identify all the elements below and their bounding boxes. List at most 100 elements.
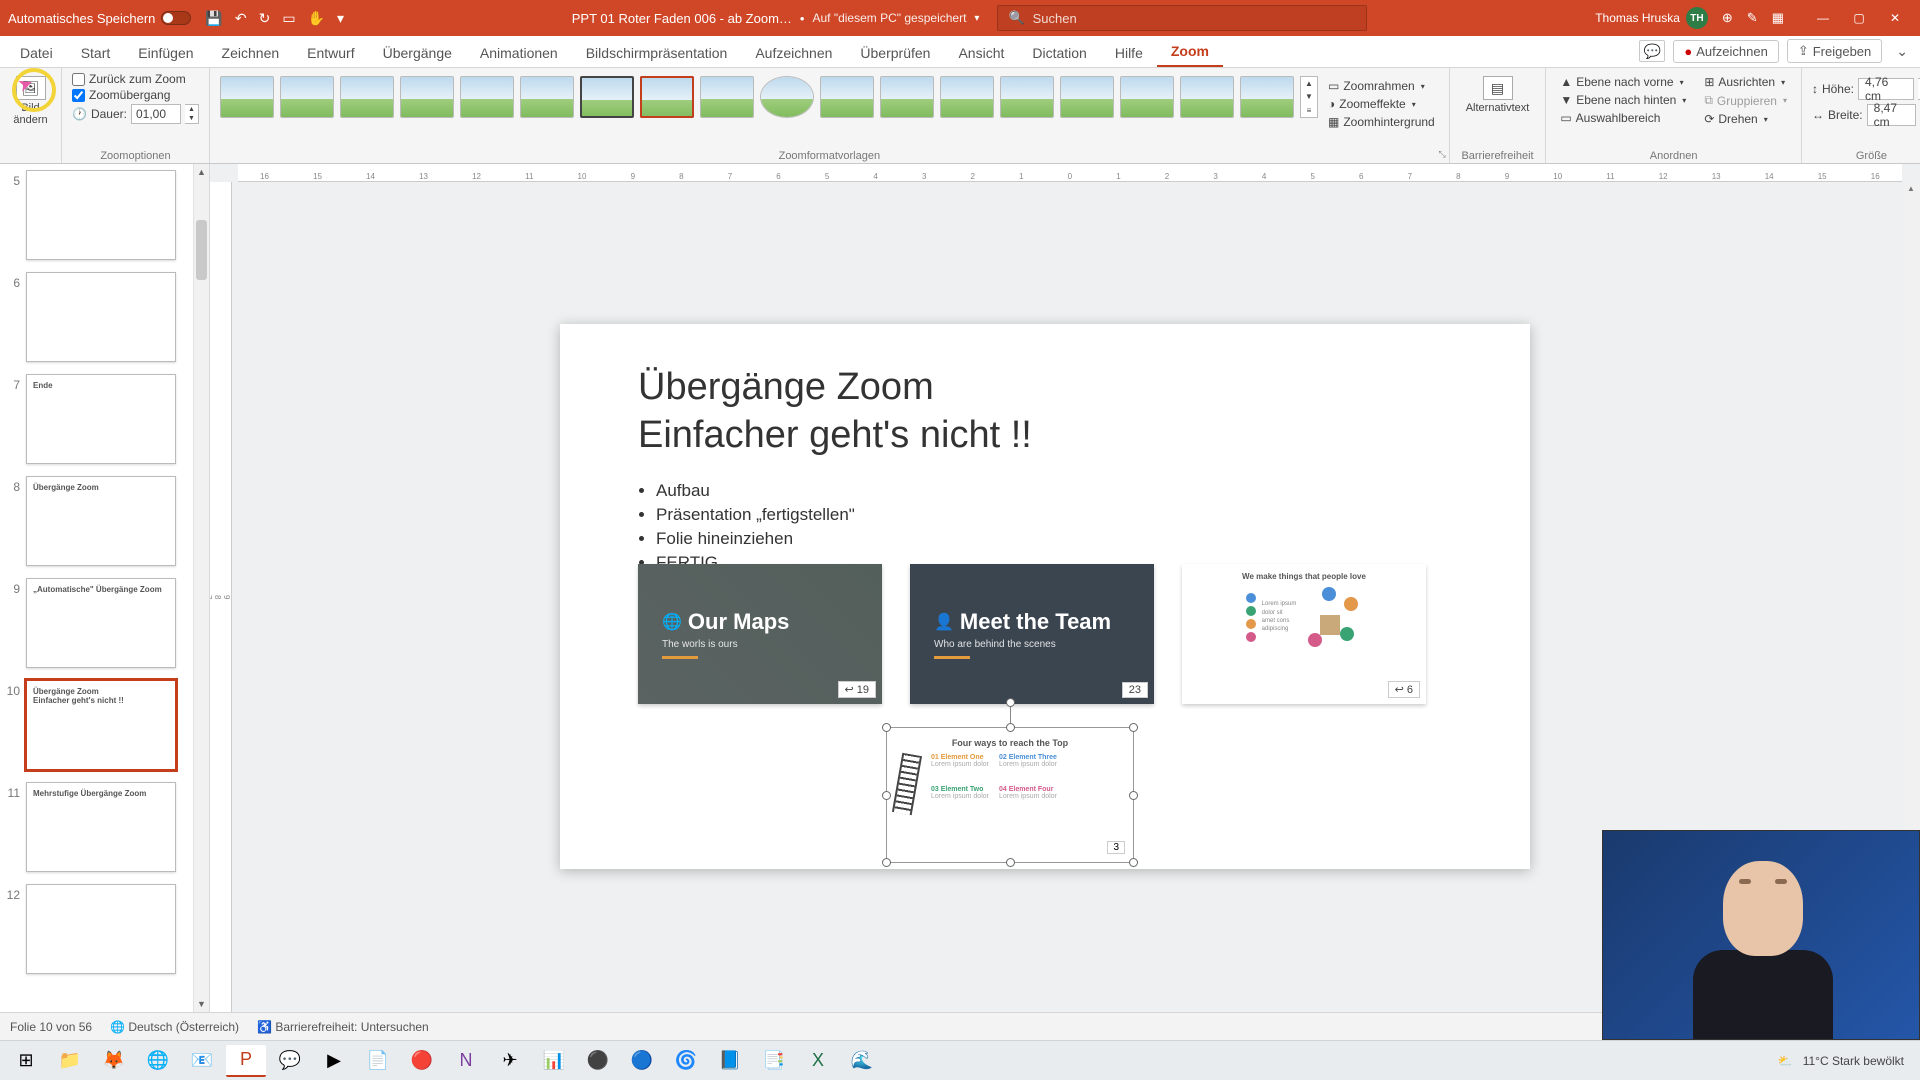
minimize-button[interactable]: — [1806,6,1840,30]
comments-button[interactable]: 💬 [1639,40,1665,62]
duration-spinner[interactable]: ▲▼ [185,104,199,124]
style-preset[interactable] [220,76,274,118]
thumbnails-scrollbar[interactable]: ▲▼ [193,164,209,1012]
maximize-button[interactable]: ▢ [1842,6,1876,30]
touch-mode-icon[interactable]: ✋ [308,10,325,27]
toggle-switch-icon[interactable] [161,11,191,25]
app-icon[interactable]: 🌀 [666,1045,706,1077]
resize-handle[interactable] [1129,791,1138,800]
redo-icon[interactable]: ↻ [259,10,271,27]
style-preset[interactable] [580,76,634,118]
width-input[interactable]: 8,47 cm [1867,104,1917,126]
style-preset[interactable] [1000,76,1054,118]
resize-handle[interactable] [882,723,891,732]
tab-aufzeichnen[interactable]: Aufzeichnen [741,39,846,67]
zoom-card-info[interactable]: We make things that people love Lorem ip… [1182,564,1426,704]
language-status[interactable]: 🌐 Deutsch (Österreich) [110,1020,239,1034]
coming-soon-icon[interactable]: ⊕ [1722,10,1733,26]
slide-thumbnail[interactable] [26,272,176,362]
style-preset[interactable] [520,76,574,118]
zoom-transition-checkbox[interactable]: Zoomübergang [72,88,199,102]
send-backward-button[interactable]: ▼Ebene nach hinten▾ [1556,92,1690,108]
slide-thumbnail[interactable]: Übergänge Zoom [26,476,176,566]
ink-icon[interactable]: ✎ [1747,10,1758,26]
file-explorer-icon[interactable]: 📁 [50,1045,90,1077]
selection-pane-button[interactable]: ▭Auswahlbereich [1556,110,1690,126]
tab-hilfe[interactable]: Hilfe [1101,39,1157,67]
style-preset[interactable] [280,76,334,118]
height-input[interactable]: 4,76 cm [1858,78,1914,100]
slide-title[interactable]: Übergänge Zoom Einfacher geht's nicht !! [638,364,1530,459]
search-input[interactable] [1033,11,1357,26]
record-button[interactable]: ●Aufzeichnen [1673,40,1778,63]
tab-zeichnen[interactable]: Zeichnen [208,39,294,67]
autosave-toggle[interactable]: Automatisches Speichern [8,11,191,26]
style-preset[interactable] [1120,76,1174,118]
save-icon[interactable]: 💾 [205,10,222,27]
gallery-scroll[interactable]: ▲▼≡ [1300,76,1318,118]
accessibility-status[interactable]: ♿ Barrierefreiheit: Untersuchen [257,1020,429,1034]
app-icon[interactable]: 📘 [710,1045,750,1077]
chevron-down-icon[interactable]: ▾ [974,13,979,24]
outlook-icon[interactable]: 📧 [182,1045,222,1077]
slide-thumbnail[interactable]: Übergänge ZoomEinfacher geht's nicht !! [26,680,176,770]
tab-einfuegen[interactable]: Einfügen [124,39,207,67]
duration-input[interactable]: 01,00 [131,104,181,124]
zoom-card-maps[interactable]: 🌐Our Maps The worls is ours ↩19 [638,564,882,704]
style-preset[interactable] [340,76,394,118]
search-box[interactable]: 🔍 [997,5,1367,31]
resize-handle[interactable] [1006,723,1015,732]
slide-editor[interactable]: Übergänge Zoom Einfacher geht's nicht !!… [560,324,1530,869]
window-layout-icon[interactable]: ▦ [1772,10,1784,26]
resize-handle[interactable] [1129,858,1138,867]
start-button[interactable]: ⊞ [6,1045,46,1077]
tab-start[interactable]: Start [67,39,125,67]
zoom-frame-button[interactable]: ▭Zoomrahmen▾ [1324,78,1439,94]
style-preset[interactable] [940,76,994,118]
slide-thumbnail[interactable]: Mehrstufige Übergänge Zoom [26,782,176,872]
style-preset[interactable] [1180,76,1234,118]
style-preset[interactable] [460,76,514,118]
zoom-card-team[interactable]: 👤Meet the Team Who are behind the scenes… [910,564,1154,704]
weather-icon[interactable]: ⛅ [1778,1054,1793,1068]
app-icon[interactable]: 💬 [270,1045,310,1077]
app-icon[interactable]: 📑 [754,1045,794,1077]
zoom-effects-button[interactable]: ◑Zoomeffekte▾ [1324,96,1439,112]
zoom-background-button[interactable]: ▦Zoomhintergrund [1324,114,1439,130]
slide-thumbnail[interactable] [26,884,176,974]
style-preset[interactable] [760,76,814,118]
tab-entwurf[interactable]: Entwurf [293,39,368,67]
vlc-icon[interactable]: ▶ [314,1045,354,1077]
resize-handle[interactable] [882,858,891,867]
tab-bildschirmpraesentation[interactable]: Bildschirmpräsentation [572,39,742,67]
style-preset[interactable] [700,76,754,118]
app-icon[interactable]: 🔵 [622,1045,662,1077]
resize-handle[interactable] [1006,858,1015,867]
onenote-icon[interactable]: N [446,1045,486,1077]
tab-dictation[interactable]: Dictation [1018,39,1100,67]
resize-handle[interactable] [1129,723,1138,732]
qat-dropdown-icon[interactable]: ▾ [337,10,344,27]
user-account[interactable]: Thomas Hruska TH [1595,7,1708,29]
resize-handle[interactable] [882,791,891,800]
edge-icon[interactable]: 🌊 [842,1045,882,1077]
app-icon[interactable]: 🔴 [402,1045,442,1077]
saved-location[interactable]: Auf "diesem PC" gespeichert [812,11,966,25]
style-preset[interactable] [400,76,454,118]
slide-thumbnail[interactable]: Ende [26,374,176,464]
chrome-icon[interactable]: 🌐 [138,1045,178,1077]
slide-thumbnail[interactable] [26,170,176,260]
tab-zoom[interactable]: Zoom [1157,37,1223,67]
group-button[interactable]: ⧉Gruppieren▾ [1700,92,1791,109]
style-preset[interactable] [1060,76,1114,118]
align-button[interactable]: ⊞Ausrichten▾ [1700,74,1791,90]
alt-text-button[interactable]: ▤ Alternativtext [1460,72,1536,118]
firefox-icon[interactable]: 🦊 [94,1045,134,1077]
powerpoint-icon[interactable]: P [226,1045,266,1077]
dialog-launcher-icon[interactable]: ⤡ [1439,149,1446,160]
from-beginning-icon[interactable]: ▭ [282,10,295,27]
slide-counter[interactable]: Folie 10 von 56 [10,1020,92,1034]
tab-uebergaenge[interactable]: Übergänge [369,39,466,67]
close-button[interactable]: ✕ [1878,6,1912,30]
zoom-styles-gallery[interactable]: ▲▼≡ ▭Zoomrahmen▾ ◑Zoomeffekte▾ ▦Zoomhint… [220,72,1439,130]
